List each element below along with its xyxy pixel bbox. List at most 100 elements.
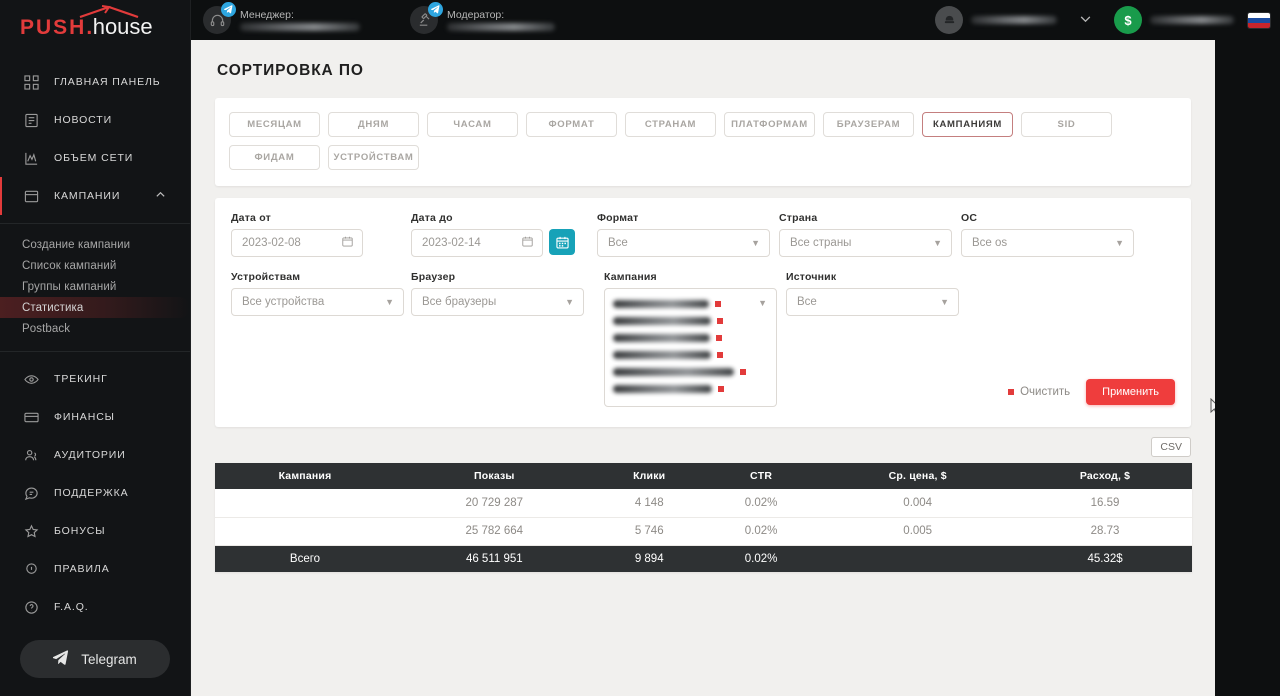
sidebar-item-label: Бонусы: [54, 525, 106, 538]
os-select[interactable]: Все os ▼: [961, 229, 1134, 257]
sidebar: PUSH. house Главная панель: [0, 0, 191, 696]
remove-icon[interactable]: [717, 317, 723, 324]
sidebar-item-dashboard[interactable]: Главная панель: [0, 63, 190, 101]
close-icon: [1008, 389, 1015, 395]
cell-impressions: 20 729 287: [395, 489, 594, 518]
campaign-chip[interactable]: [613, 313, 768, 328]
sidebar-subitem-postback[interactable]: Postback: [0, 318, 190, 339]
chevron-up-icon[interactable]: [155, 187, 166, 205]
apply-filters-button[interactable]: Применить: [1086, 379, 1175, 405]
sort-tab-platforms[interactable]: Платформам: [724, 112, 815, 137]
cell-avg-price: 0.004: [817, 489, 1019, 518]
remove-icon[interactable]: [718, 385, 724, 392]
campaign-name-redacted: [613, 384, 712, 393]
app-root: PUSH. house Главная панель: [0, 0, 1280, 696]
sort-tab-sid[interactable]: SID: [1021, 112, 1112, 137]
moderator-contact[interactable]: Модератор:: [410, 2, 555, 34]
chevron-down-icon[interactable]: [1071, 12, 1100, 28]
sort-tab-format[interactable]: Формат: [526, 112, 617, 137]
sort-tab-label: Платформам: [731, 119, 808, 130]
sort-tab-months[interactable]: Месяцам: [229, 112, 320, 137]
total-spend: 45.32$: [1018, 545, 1192, 572]
manager-contact[interactable]: Менеджер:: [203, 2, 360, 34]
sort-tab-browsers[interactable]: Браузерам: [823, 112, 914, 137]
cell-clicks: 5 746: [593, 517, 705, 546]
sidebar-subitem-label: Статистика: [22, 301, 84, 314]
column-header-ctr[interactable]: CTR: [704, 463, 818, 489]
chart-icon: [22, 149, 40, 167]
remove-icon[interactable]: [740, 368, 746, 375]
users-icon: [22, 446, 40, 464]
campaign-multiselect[interactable]: ▼: [604, 288, 777, 407]
sidebar-item-bonuses[interactable]: Бонусы: [0, 512, 190, 550]
country-select[interactable]: Все страны ▼: [779, 229, 952, 257]
filter-label: ОС: [961, 212, 978, 224]
date-from-input[interactable]: 2023-02-08: [231, 229, 363, 257]
account-menu[interactable]: [935, 6, 1057, 34]
sort-tab-feeds[interactable]: Фидам: [229, 145, 320, 170]
csv-export-button[interactable]: CSV: [1151, 437, 1191, 457]
sort-tab-devices[interactable]: Устройствам: [328, 145, 419, 170]
campaign-icon: [22, 187, 40, 205]
sidebar-item-label: Поддержка: [54, 487, 129, 500]
language-flag-ru[interactable]: [1248, 12, 1270, 28]
sort-tab-hours[interactable]: Часам: [427, 112, 518, 137]
telegram-icon[interactable]: [221, 2, 236, 17]
sort-tab-label: Фидам: [254, 152, 295, 163]
sidebar-subitem-create-campaign[interactable]: Создание кампании: [0, 234, 190, 255]
telegram-icon[interactable]: [428, 2, 443, 17]
sidebar-item-support[interactable]: Поддержка: [0, 474, 190, 512]
devices-value: Все устройства: [242, 296, 325, 308]
format-value: Все: [608, 237, 628, 249]
chevron-down-icon: ▼: [758, 298, 767, 308]
clear-filters-button[interactable]: Очистить: [1008, 386, 1070, 398]
format-select[interactable]: Все ▼: [597, 229, 770, 257]
column-header-spend[interactable]: Расход, $: [1018, 463, 1192, 489]
sidebar-subitem-campaign-groups[interactable]: Группы кампаний: [0, 276, 190, 297]
column-header-impressions[interactable]: Показы: [395, 463, 594, 489]
table-row[interactable]: 20 729 287 4 148 0.02% 0.004 16.59: [215, 489, 1192, 518]
chevron-down-icon: ▼: [940, 297, 949, 307]
sidebar-item-network-volume[interactable]: Объем сети: [0, 139, 190, 177]
sidebar-item-tracking[interactable]: Трекинг: [0, 360, 190, 398]
sidebar-item-rules[interactable]: Правила: [0, 550, 190, 588]
campaign-chip[interactable]: [613, 330, 768, 345]
sidebar-item-audiences[interactable]: Аудитории: [0, 436, 190, 474]
source-select[interactable]: Все ▼: [786, 288, 959, 316]
sort-tab-label: Месяцам: [247, 119, 302, 130]
balance-widget[interactable]: $: [1114, 6, 1234, 34]
column-header-clicks[interactable]: Клики: [593, 463, 705, 489]
remove-icon[interactable]: [715, 300, 721, 307]
logo[interactable]: PUSH. house: [0, 0, 190, 53]
filters-row-1: Дата от 2023-02-08 Дата до 2023-02-14 Фо…: [231, 212, 1175, 257]
calendar-picker-button[interactable]: [549, 229, 575, 255]
remove-icon[interactable]: [716, 334, 722, 341]
table-total-row: Всего 46 511 951 9 894 0.02% 45.32$: [215, 545, 1192, 572]
campaign-chip[interactable]: [613, 347, 768, 362]
browser-select[interactable]: Все браузеры ▼: [411, 288, 584, 316]
sort-tab-campaigns[interactable]: Кампаниям: [922, 112, 1013, 137]
main-area: Менеджер: Модератор: $ СОРТИРОВКА ПО МЕС…: [191, 0, 1280, 696]
gavel-icon: [410, 2, 443, 34]
campaign-chip[interactable]: [613, 381, 768, 396]
remove-icon[interactable]: [717, 351, 723, 358]
devices-select[interactable]: Все устройства ▼: [231, 288, 404, 316]
telegram-button[interactable]: Telegram: [20, 640, 170, 678]
table-foot: Всего 46 511 951 9 894 0.02% 45.32$: [215, 545, 1192, 572]
sidebar-item-finances[interactable]: Финансы: [0, 398, 190, 436]
campaign-chip[interactable]: [613, 296, 768, 311]
sidebar-subitem-campaign-list[interactable]: Список кампаний: [0, 255, 190, 276]
column-header-campaign[interactable]: Кампания: [215, 463, 395, 489]
campaign-name-redacted: [613, 367, 734, 376]
sidebar-item-campaigns[interactable]: Кампании: [0, 177, 190, 216]
sort-tab-days[interactable]: Дням: [328, 112, 419, 137]
sidebar-subitem-statistics[interactable]: Статистика: [0, 297, 190, 319]
column-header-avg-price[interactable]: Ср. цена, $: [817, 463, 1019, 489]
sort-tab-countries[interactable]: Странам: [625, 112, 716, 137]
table-row[interactable]: 25 782 664 5 746 0.02% 0.005 28.73: [215, 517, 1192, 546]
sidebar-item-faq[interactable]: F.A.Q.: [0, 588, 190, 626]
sidebar-item-news[interactable]: Новости: [0, 101, 190, 139]
date-to-input[interactable]: 2023-02-14: [411, 229, 543, 257]
avatar: [935, 6, 963, 34]
campaign-chip[interactable]: [613, 364, 768, 379]
